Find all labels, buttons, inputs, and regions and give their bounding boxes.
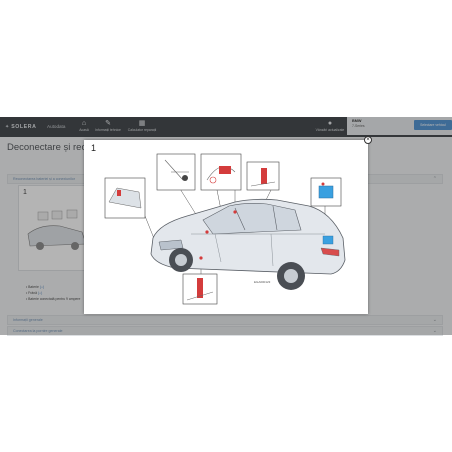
car-diagram bbox=[104, 153, 346, 305]
detail-box-underbody[interactable] bbox=[182, 273, 218, 305]
detail-box-battery[interactable] bbox=[310, 177, 342, 207]
figure-code: EGA000123 bbox=[254, 280, 271, 284]
app-window: ✦ SOLERA Autodata ⌂ Acasă ✎ Informații t… bbox=[0, 0, 452, 452]
close-button[interactable]: × bbox=[364, 136, 372, 144]
battery-highlight bbox=[322, 235, 334, 245]
detail-box-door[interactable] bbox=[246, 161, 280, 191]
car-illustration bbox=[150, 198, 346, 290]
detail-box-pedal[interactable] bbox=[156, 153, 196, 191]
detail-box-hood[interactable] bbox=[104, 177, 146, 219]
detail-box-switch[interactable] bbox=[200, 153, 242, 191]
